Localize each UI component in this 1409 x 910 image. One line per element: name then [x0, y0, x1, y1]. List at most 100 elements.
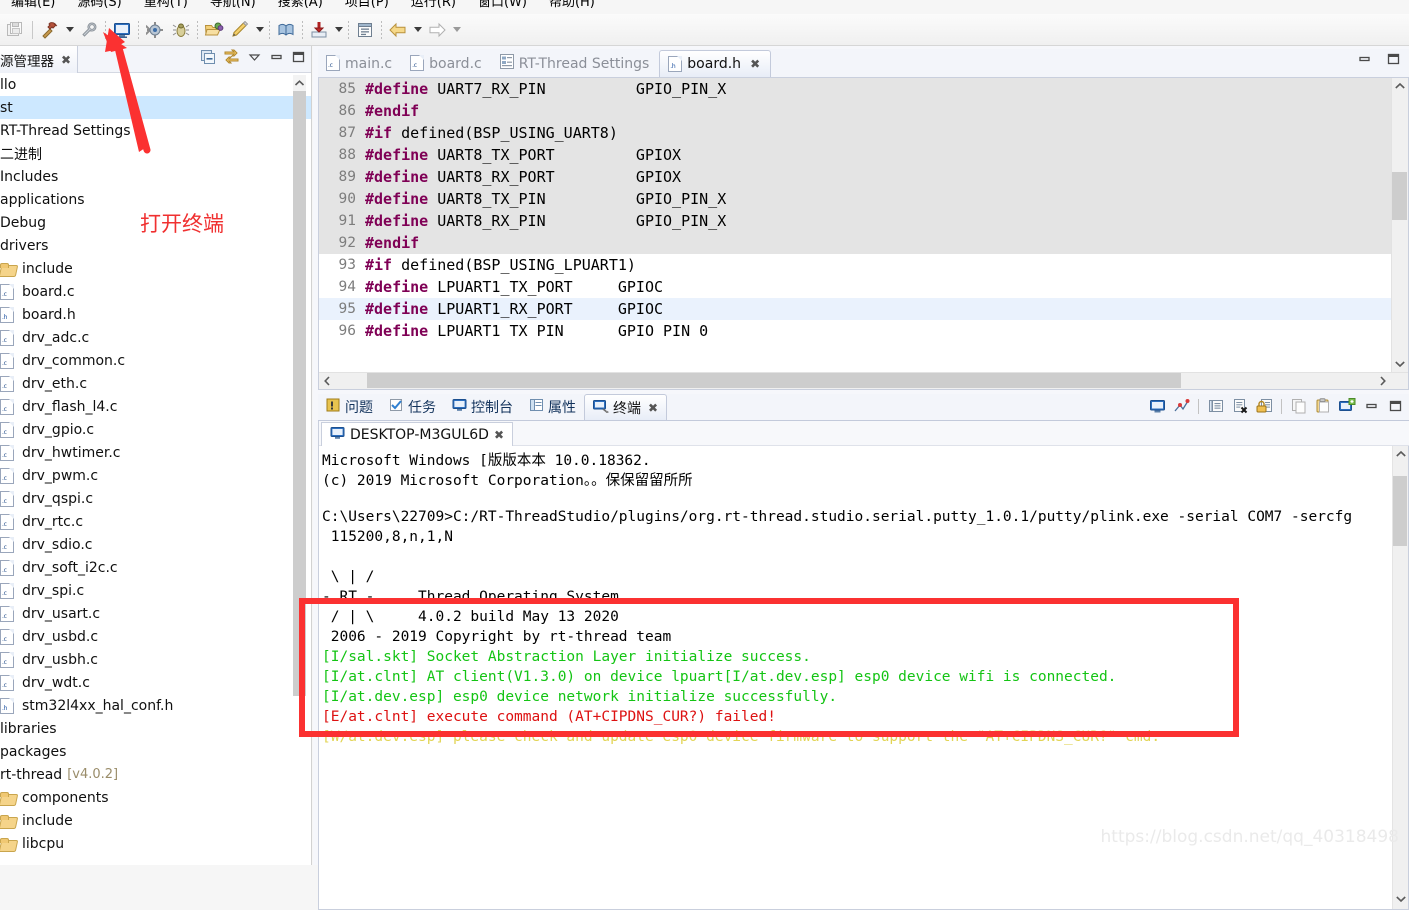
tree-item-8[interactable]: include: [0, 257, 312, 280]
editor-tab-bar[interactable]: .c main.c .c board.c RT-Thread Settings .h boa…: [318, 49, 1409, 77]
code-line-87[interactable]: 87 #if defined(BSP_USING_UART8): [319, 122, 1408, 144]
menu-item-7[interactable]: 窗口(W): [467, 0, 538, 11]
editor-vertical-scrollbar[interactable]: [1391, 78, 1408, 374]
console-tab-2[interactable]: 控制台: [444, 394, 521, 420]
console-tab-1[interactable]: 任务: [381, 394, 444, 420]
tree-item-3[interactable]: 二进制: [0, 142, 312, 165]
minimize-icon[interactable]: [269, 50, 284, 67]
tab-project-explorer[interactable]: 源管理器 ✖: [0, 46, 79, 73]
tree-item-22[interactable]: .c drv_spi.c: [0, 579, 312, 602]
forward-dropdown-arrow[interactable]: [450, 17, 463, 43]
code-line-88[interactable]: 88 #define UART8_TX_PORT GPIOX: [319, 144, 1408, 166]
copy-icon[interactable]: [1289, 396, 1309, 416]
clear-console-icon[interactable]: [1230, 396, 1250, 416]
console-tab-3[interactable]: 属性: [521, 394, 584, 420]
code-line-96[interactable]: 96 #define LPUART1 TX PIN GPIO PIN 0: [319, 320, 1408, 342]
back-dropdown-arrow[interactable]: [411, 17, 424, 43]
code-lines[interactable]: 85 #define UART7_RX_PIN GPIO_PIN_X 86 #endi…: [319, 78, 1408, 342]
open-console-icon[interactable]: [1147, 396, 1167, 416]
tree-item-16[interactable]: .c drv_hwtimer.c: [0, 441, 312, 464]
menu-item-6[interactable]: 运行(R): [400, 0, 467, 11]
tree-item-12[interactable]: .c drv_common.c: [0, 349, 312, 372]
build-dropdown-arrow[interactable]: [63, 17, 76, 43]
menu-item-3[interactable]: 导航(N): [199, 0, 267, 11]
editor-h-scrollbar-thumb[interactable]: [367, 373, 1181, 388]
wrench-icon[interactable]: [76, 17, 102, 43]
tree-item-4[interactable]: Includes: [0, 165, 312, 188]
maximize-icon[interactable]: [1386, 52, 1401, 69]
tree-item-31[interactable]: components: [0, 786, 312, 809]
tree-item-23[interactable]: .c drv_usart.c: [0, 602, 312, 625]
menu-item-8[interactable]: 帮助(H): [538, 0, 606, 11]
paste-icon[interactable]: [1313, 396, 1333, 416]
tree-item-1[interactable]: st: [0, 96, 312, 119]
lock-console-icon[interactable]: [1254, 396, 1274, 416]
maximize-icon[interactable]: [1385, 396, 1405, 416]
editor-tab-3[interactable]: .h board.h ✖: [659, 50, 772, 77]
console-view-icon[interactable]: [352, 17, 378, 43]
save-all-icon[interactable]: [2, 17, 28, 43]
tree-item-33[interactable]: libcpu: [0, 832, 312, 855]
debug-bug-icon[interactable]: [168, 17, 194, 43]
tree-item-30[interactable]: rt-thread [v4.0.2]: [0, 763, 312, 786]
menu-item-4[interactable]: 搜索(A): [267, 0, 334, 11]
close-icon[interactable]: ✖: [648, 401, 658, 415]
minimize-icon[interactable]: [1357, 52, 1372, 69]
explorer-scrollbar-thumb[interactable]: [293, 91, 306, 696]
tree-item-20[interactable]: .c drv_sdio.c: [0, 533, 312, 556]
menu-item-5[interactable]: 项目(P): [334, 0, 400, 11]
main-toolbar[interactable]: [0, 14, 1409, 46]
terminal-session-tab[interactable]: DESKTOP-M3GUL6D ✖: [321, 422, 513, 446]
tree-item-32[interactable]: include: [0, 809, 312, 832]
tree-item-13[interactable]: .c drv_eth.c: [0, 372, 312, 395]
menu-item-1[interactable]: 源码(S): [66, 0, 132, 11]
code-line-85[interactable]: 85 #define UART7_RX_PIN GPIO_PIN_X: [319, 78, 1408, 100]
tree-item-0[interactable]: llo: [0, 73, 312, 96]
tree-item-17[interactable]: .c drv_pwm.c: [0, 464, 312, 487]
tree-item-15[interactable]: .c drv_gpio.c: [0, 418, 312, 441]
console-tab-4[interactable]: 终端 ✖: [584, 394, 668, 420]
tree-item-11[interactable]: .c drv_adc.c: [0, 326, 312, 349]
book-icon[interactable]: [273, 17, 299, 43]
tree-item-2[interactable]: RT-Thread Settings: [0, 119, 312, 142]
tree-item-26[interactable]: .c drv_wdt.c: [0, 671, 312, 694]
tree-item-21[interactable]: .c drv_soft_i2c.c: [0, 556, 312, 579]
new-terminal-icon[interactable]: [1337, 396, 1357, 416]
menu-bar[interactable]: 编辑(E) 源码(S) 重构(T) 导航(N) 搜索(A) 项目(P) 运行(R) 窗口(W)…: [0, 0, 1409, 13]
tree-item-24[interactable]: .c drv_usbd.c: [0, 625, 312, 648]
tree-item-25[interactable]: .c drv_usbh.c: [0, 648, 312, 671]
download-dropdown-arrow[interactable]: [332, 17, 345, 43]
menu-item-2[interactable]: 重构(T): [133, 0, 199, 11]
editor-tab-2[interactable]: RT-Thread Settings: [492, 50, 660, 77]
link-editor-icon[interactable]: [223, 49, 240, 68]
code-line-95[interactable]: 95 #define LPUART1_RX_PORT GPIOC: [319, 298, 1408, 320]
console-toolbar[interactable]: [1147, 396, 1405, 416]
open-resource-icon[interactable]: [201, 17, 227, 43]
maximize-icon[interactable]: [291, 50, 306, 67]
back-arrow-icon[interactable]: [385, 17, 411, 43]
collapse-all-icon[interactable]: [200, 49, 216, 68]
tree-item-10[interactable]: .h board.h: [0, 303, 312, 326]
explorer-scroll-up-button[interactable]: [293, 75, 306, 91]
settings-gear-icon[interactable]: [142, 17, 168, 43]
menu-item-0[interactable]: 编辑(E): [0, 0, 66, 11]
tree-item-28[interactable]: libraries: [0, 717, 312, 740]
code-line-94[interactable]: 94 #define LPUART1_TX_PORT GPIOC: [319, 276, 1408, 298]
forward-arrow-icon[interactable]: [424, 17, 450, 43]
code-line-93[interactable]: 93 #if defined(BSP_USING_LPUART1): [319, 254, 1408, 276]
minimize-icon[interactable]: [1361, 396, 1381, 416]
tree-item-27[interactable]: .h stm32l4xx_hal_conf.h: [0, 694, 312, 717]
code-line-86[interactable]: 86 #endif: [319, 100, 1408, 122]
pin-console-icon[interactable]: [1171, 396, 1191, 416]
pencil-icon[interactable]: [227, 17, 253, 43]
tree-item-18[interactable]: .c drv_qspi.c: [0, 487, 312, 510]
code-line-91[interactable]: 91 #define UART8_RX_PIN GPIO_PIN_X: [319, 210, 1408, 232]
close-icon[interactable]: ✖: [61, 53, 71, 67]
pencil-dropdown-arrow[interactable]: [253, 17, 266, 43]
scroll-lock-icon[interactable]: [1206, 396, 1226, 416]
close-icon[interactable]: ✖: [494, 428, 504, 442]
editor-tab-0[interactable]: .c main.c: [318, 50, 402, 77]
view-menu-icon[interactable]: [247, 50, 262, 67]
console-tab-0[interactable]: 问题: [318, 394, 381, 420]
terminal-scrollbar-thumb[interactable]: [1393, 476, 1407, 546]
